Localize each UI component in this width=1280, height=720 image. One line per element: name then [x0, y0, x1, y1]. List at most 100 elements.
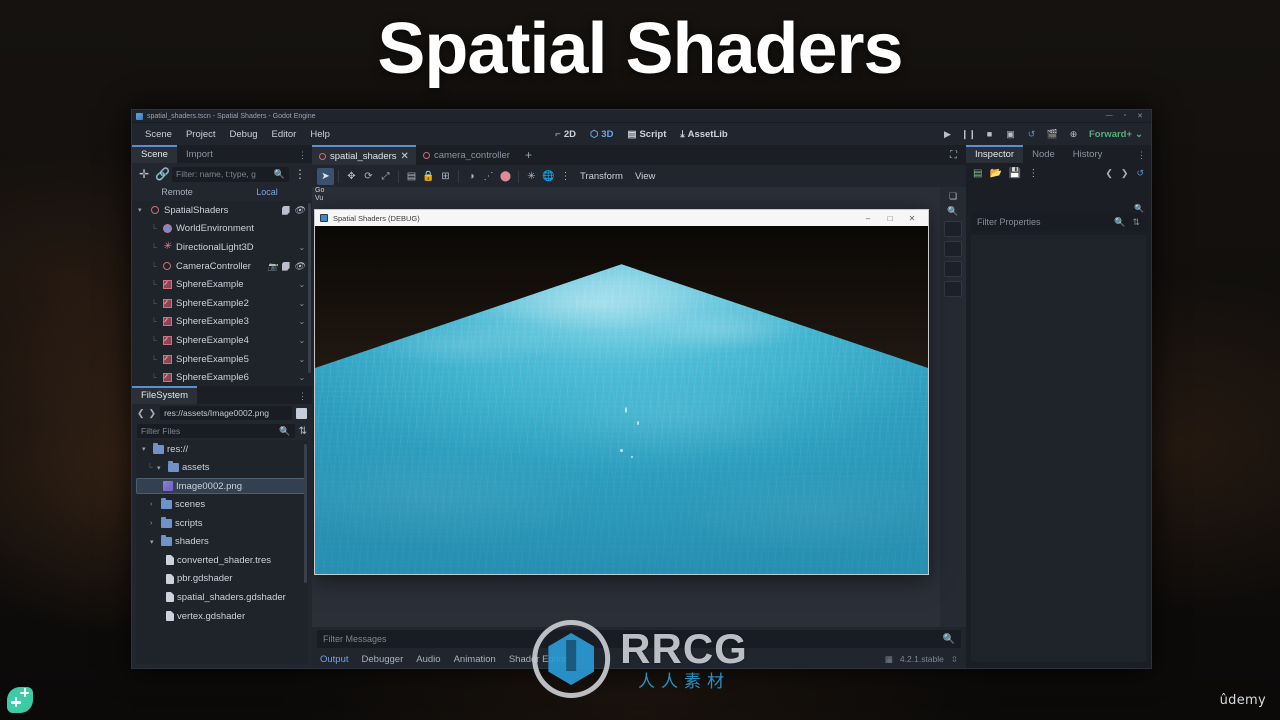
toggle-split-mode-icon[interactable] [296, 407, 307, 419]
file-row-assets[interactable]: └ ▾ assets [136, 459, 308, 478]
close-icon[interactable]: ✕ [401, 151, 409, 162]
minimize-icon[interactable]: – [857, 214, 879, 223]
view-menu[interactable]: View [629, 169, 661, 184]
chevron-icon[interactable]: ⌄ [298, 355, 305, 364]
list-select-icon[interactable]: ▤ [403, 168, 420, 185]
minimize-icon[interactable]: — [1106, 112, 1113, 120]
file-row-pbr-gdshader[interactable]: pbr.gdshader [136, 570, 308, 589]
history-icon[interactable]: ↺ [1136, 168, 1144, 179]
select-icon[interactable]: ➤ [317, 167, 334, 185]
forward-icon[interactable]: ❯ [149, 408, 157, 419]
inspector-filter-input[interactable]: Filter Properties 🔍 ⇅ [971, 213, 1146, 231]
scene-tree-row-sphereexample5[interactable]: └ SphereExample5 ⌄ [132, 350, 312, 369]
sort-icon[interactable]: ⇅ [299, 426, 307, 437]
script-icon[interactable] [281, 205, 290, 215]
move-icon[interactable]: ✥ [343, 168, 360, 185]
forward-icon[interactable]: ❯ [1121, 168, 1129, 179]
tab-inspector[interactable]: Inspector [966, 145, 1024, 163]
close-icon[interactable]: ✕ [1137, 112, 1143, 120]
new-resource-icon[interactable]: ▤ [973, 168, 982, 179]
mode-script-button[interactable]: ▤ Script [627, 129, 666, 140]
mode-3d-button[interactable]: ⬡ 3D [590, 129, 613, 140]
dock-menu-icon[interactable]: ⋮ [293, 391, 312, 404]
script-icon[interactable] [281, 261, 290, 271]
file-row-shaders[interactable]: ▾ shaders [136, 532, 308, 551]
file-row-image0002[interactable]: Image0002.png [136, 478, 305, 495]
stop-icon[interactable]: ■ [984, 129, 995, 140]
expand-arrow-icon[interactable]: ▾ [142, 445, 150, 453]
menu-project[interactable]: Project [179, 127, 223, 142]
expand-arrow-icon[interactable]: ▾ [138, 206, 146, 214]
panel-slot[interactable] [944, 261, 962, 277]
tab-debugger[interactable]: Debugger [362, 654, 404, 665]
game-render-canvas[interactable] [315, 226, 928, 574]
3d-viewport[interactable]: Go Vu ❏ 🔍 Spatial Shaders (DEBUG) – □ ✕ [312, 187, 966, 627]
remote-button[interactable]: Remote [132, 185, 222, 201]
light-preview-icon[interactable]: ✳ [523, 168, 540, 185]
file-row-scenes[interactable]: › scenes [136, 495, 308, 514]
maximize-icon[interactable]: ▫ [1124, 112, 1126, 120]
add-scene-tab-button[interactable]: + [517, 145, 540, 165]
tab-history[interactable]: History [1064, 147, 1112, 163]
mode-2d-button[interactable]: ⌐ 2D [555, 129, 576, 140]
open-docs-icon[interactable]: 🔍 [1134, 204, 1144, 213]
tab-import[interactable]: Import [177, 147, 222, 163]
chevron-icon[interactable]: ⌄ [298, 336, 305, 345]
expand-bottom-icon[interactable]: ⇳ [951, 654, 958, 665]
inspector-properties-area[interactable] [971, 235, 1146, 662]
play-icon[interactable]: ▶ [942, 129, 953, 140]
scene-tab-camera-controller[interactable]: camera_controller [416, 145, 517, 165]
tab-audio[interactable]: Audio [416, 654, 440, 665]
file-row-scripts[interactable]: › scripts [136, 514, 308, 533]
tab-animation[interactable]: Animation [454, 654, 496, 665]
chevron-icon[interactable]: ⌄ [298, 280, 305, 289]
chevron-icon[interactable]: ⌄ [298, 373, 305, 382]
globe-icon[interactable]: 🌐 [540, 168, 557, 185]
remote-debug-icon[interactable]: ⊕ [1068, 129, 1079, 140]
maximize-icon[interactable]: □ [879, 214, 901, 223]
more-icon[interactable]: ⋮ [1028, 168, 1038, 179]
copy-icon[interactable]: ❏ [949, 191, 957, 202]
dock-menu-icon[interactable]: ⋮ [293, 150, 312, 163]
lock-icon[interactable]: 🔒 [420, 168, 437, 185]
expand-arrow-icon[interactable]: ▾ [150, 538, 158, 546]
transform-menu[interactable]: Transform [574, 169, 629, 184]
expand-arrow-icon[interactable]: › [150, 501, 158, 508]
pause-icon[interactable]: ❙❙ [961, 129, 976, 140]
play-scene-icon[interactable]: ▣ [1005, 129, 1016, 140]
menu-scene[interactable]: Scene [138, 127, 179, 142]
expand-arrow-icon[interactable]: ▾ [157, 464, 165, 472]
object-menu-icon[interactable]: ⇅ [1132, 217, 1140, 228]
renderer-selector[interactable]: Forward+ ⌄ [1089, 129, 1143, 140]
scene-tree-row-sphereexample3[interactable]: └ SphereExample3 ⌄ [132, 313, 312, 332]
scene-tree-row-cameracontroller[interactable]: └ CameraController 📷 👁 [132, 257, 312, 276]
dock-menu-icon[interactable]: ⋮ [1132, 150, 1151, 163]
tab-output[interactable]: Output [320, 654, 349, 665]
search-icon[interactable]: 🔍 [947, 206, 958, 217]
menu-debug[interactable]: Debug [223, 127, 265, 142]
window-controls[interactable]: — ▫ ✕ [1106, 112, 1147, 120]
panel-slot[interactable] [944, 221, 962, 237]
scene-tree-row-sphereexample4[interactable]: └ SphereExample4 ⌄ [132, 331, 312, 350]
scene-tree-row-sphereexample6[interactable]: └ SphereExample6 ⌄ [132, 368, 312, 386]
movie-icon[interactable]: 🎬 [1047, 129, 1058, 140]
tab-scene[interactable]: Scene [132, 145, 177, 163]
scene-tree-row-sphereexample2[interactable]: └ SphereExample2 ⌄ [132, 294, 312, 313]
scene-tree-row-spatialshaders[interactable]: ▾ SpatialShaders 👁 [132, 201, 312, 220]
save-resource-icon[interactable]: 💾 [1009, 168, 1021, 179]
add-node-icon[interactable]: ✛ [138, 167, 150, 181]
ruler-icon[interactable]: ◑ [463, 168, 480, 185]
visibility-icon[interactable]: 👁 [294, 205, 305, 216]
file-row-vertex-gdshader[interactable]: vertex.gdshader [136, 607, 308, 626]
reload-icon[interactable]: ↺ [1026, 129, 1037, 140]
file-row-spatial-shaders-gdshader[interactable]: spatial_shaders.gdshader [136, 588, 308, 607]
filesystem-scrollbar[interactable] [304, 444, 307, 583]
scene-tree-row-sphereexample[interactable]: └ SphereExample ⌄ [132, 275, 312, 294]
expand-arrow-icon[interactable]: › [150, 520, 158, 527]
close-icon[interactable]: ✕ [901, 214, 923, 223]
file-filter-input[interactable]: Filter Files 🔍 [137, 424, 295, 438]
more-icon[interactable]: ⋮ [557, 168, 574, 185]
node-icon[interactable]: ⬤ [497, 168, 514, 185]
menu-help[interactable]: Help [303, 127, 337, 142]
camera-icon[interactable]: 📷 [268, 262, 278, 271]
